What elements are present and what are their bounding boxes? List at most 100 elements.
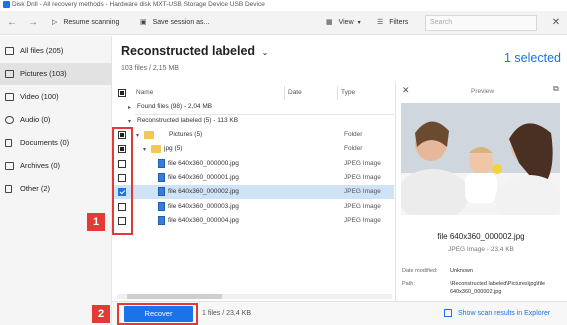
horizontal-scrollbar[interactable]: [117, 294, 392, 299]
selected-count: 1 selected: [504, 51, 561, 65]
files-icon: [5, 47, 14, 55]
show-in-explorer-link[interactable]: Show scan results in Explorer: [458, 310, 550, 317]
arrow-left-icon[interactable]: ←: [7, 11, 17, 35]
sidebar-item-pictures[interactable]: Pictures (103): [0, 63, 112, 85]
view-label: View: [338, 19, 354, 26]
scrollbar-thumb[interactable]: [127, 294, 222, 299]
image-file-icon: [158, 173, 165, 182]
column-header-name[interactable]: Name: [136, 88, 153, 98]
toolbar: ← → ▷ Resume scanning ▣ Save session as.…: [0, 11, 567, 35]
explorer-icon[interactable]: [444, 309, 452, 317]
group-found-files[interactable]: Found files (98) - 2,04 MB: [137, 100, 212, 114]
group-reconstructed-labeled[interactable]: Reconstructed labeled (5) - 113 KB: [137, 114, 238, 128]
sidebar-item-label: Audio (0): [20, 115, 51, 124]
annotation-highlight-checkboxes: [112, 127, 133, 235]
filters-label: Filters: [389, 19, 409, 26]
file-type: JPEG Image: [344, 174, 381, 181]
video-icon: [5, 93, 14, 101]
file-name: file 640x360_000004.jpg: [168, 217, 239, 224]
file-type: JPEG Image: [344, 188, 381, 195]
sidebar-item-other[interactable]: Other (2): [0, 178, 112, 200]
page-title-text: Reconstructed labeled: [121, 44, 256, 58]
close-icon[interactable]: ✕: [402, 85, 410, 96]
table-row-selected[interactable]: file 640x360_000002.jpg JPEG Image: [112, 185, 394, 199]
sidebar-item-label: Documents (0): [20, 138, 70, 147]
page-title[interactable]: Reconstructed labeled ⌄: [121, 44, 268, 58]
chevron-down-icon: ▾: [357, 20, 361, 26]
image-file-icon: [158, 187, 165, 196]
sidebar-item-documents[interactable]: Documents (0): [0, 132, 112, 154]
file-type: JPEG Image: [344, 203, 381, 210]
sidebar-item-archives[interactable]: Archives (0): [0, 155, 112, 177]
table-row[interactable]: Pictures (5) Folder: [112, 128, 394, 142]
close-icon[interactable]: ✕: [549, 15, 563, 31]
date-modified-value: Unknown: [450, 268, 473, 274]
save-session-label: Save session as...: [152, 19, 210, 26]
path-value-line2: 640x360_000002.jpg: [450, 289, 502, 295]
preview-title: Preview: [471, 88, 495, 95]
external-open-icon[interactable]: ⧉: [553, 84, 559, 94]
table-row[interactable]: file 640x360_000000.jpg JPEG Image: [112, 157, 394, 171]
folder-icon: [151, 145, 161, 153]
sidebar-item-label: Video (100): [20, 92, 59, 101]
title-bar: Disk Drill - All recovery methods - Hard…: [0, 0, 567, 9]
column-header-type[interactable]: Type: [341, 88, 355, 98]
app-logo-icon: [3, 1, 10, 8]
file-type: Folder: [344, 145, 363, 152]
collapse-arrow-icon[interactable]: ▾: [128, 118, 131, 125]
image-file-icon: [158, 159, 165, 168]
sidebar-item-audio[interactable]: Audio (0): [0, 109, 112, 131]
selection-summary: 1 files / 23,4 KB: [202, 310, 252, 317]
file-type: JPEG Image: [344, 160, 381, 167]
annotation-highlight-recover: [117, 303, 198, 325]
file-name: file 640x360_000000.jpg: [168, 160, 239, 167]
play-icon: ▷: [52, 19, 58, 26]
sidebar-item-video[interactable]: Video (100): [0, 86, 112, 108]
view-icon: ▦: [326, 19, 333, 26]
expand-arrow-icon[interactable]: ▸: [128, 104, 131, 111]
column-header-date[interactable]: Date: [288, 88, 302, 98]
resume-scanning-label: Resume scanning: [63, 19, 120, 26]
sidebar-item-label: All files (205): [20, 46, 64, 55]
folder-icon: [144, 131, 154, 139]
page-subtitle: 103 files / 2,15 MB: [121, 65, 179, 72]
file-name: Pictures (5): [169, 131, 203, 138]
resume-scanning-button[interactable]: ▷ Resume scanning: [52, 11, 119, 35]
sidebar: All files (205) Pictures (103) Video (10…: [0, 36, 112, 325]
collapse-arrow-icon[interactable]: ▾: [143, 146, 146, 153]
image-file-icon: [158, 216, 165, 225]
path-label: Path:: [402, 281, 415, 287]
column-divider[interactable]: [337, 86, 338, 100]
annotation-badge-2: 2: [92, 305, 110, 323]
arrow-right-icon[interactable]: →: [28, 11, 38, 35]
sidebar-item-label: Other (2): [20, 184, 51, 193]
save-session-button[interactable]: ▣ Save session as...: [140, 11, 209, 35]
sidebar-item-all-files[interactable]: All files (205): [0, 40, 112, 62]
filters-button[interactable]: ☰ Filters: [377, 11, 408, 35]
sidebar-item-label: Archives (0): [20, 161, 61, 170]
table-row[interactable]: file 640x360_000004.jpg JPEG Image: [112, 214, 394, 228]
column-divider[interactable]: [284, 86, 285, 100]
save-icon: ▣: [140, 19, 147, 26]
collapse-arrow-icon[interactable]: ▾: [136, 132, 139, 139]
file-type: JPEG Image: [344, 217, 381, 224]
archive-icon: [5, 162, 14, 170]
window-title: Disk Drill - All recovery methods - Hard…: [12, 1, 265, 8]
annotation-badge-1: 1: [87, 213, 105, 231]
path-value-line1: \Reconstructed labeled\Pictures\jpg\file: [450, 281, 546, 287]
search-input[interactable]: Search: [425, 15, 537, 31]
select-all-checkbox[interactable]: [118, 89, 126, 97]
sidebar-item-label: Pictures (103): [20, 69, 67, 78]
file-name: file 640x360_000001.jpg: [168, 174, 239, 181]
other-icon: [5, 185, 12, 193]
file-name: file 640x360_000003.jpg: [168, 203, 239, 210]
family-photo-image: [401, 103, 560, 215]
preview-file-meta: JPEG Image - 23,4 KB: [448, 246, 514, 253]
table-row[interactable]: file 640x360_000001.jpg JPEG Image: [112, 171, 394, 185]
file-name: file 640x360_000002.jpg: [168, 188, 239, 195]
filter-icon: ☰: [377, 19, 384, 26]
view-dropdown[interactable]: ▦ View ▾: [326, 11, 361, 35]
file-name: jpg (5): [164, 145, 183, 152]
table-row[interactable]: file 640x360_000003.jpg JPEG Image: [112, 200, 394, 214]
image-icon: [5, 70, 14, 78]
